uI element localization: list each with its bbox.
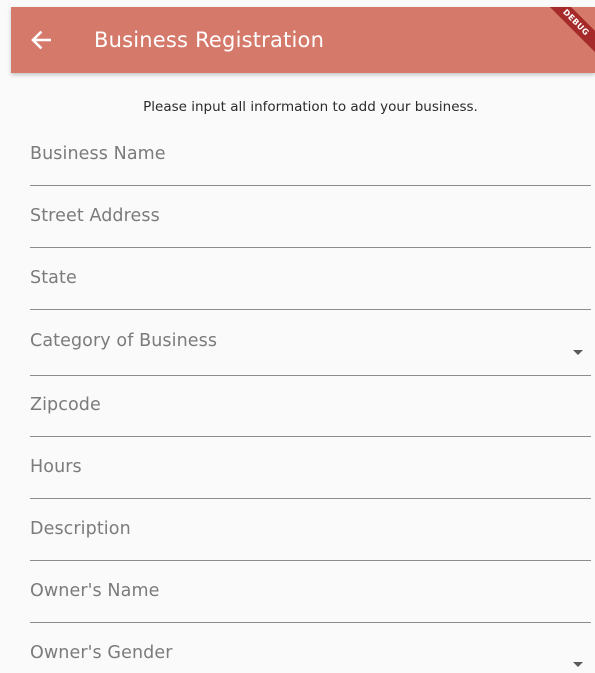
- business-name-field[interactable]: Business Name: [30, 140, 591, 188]
- owners-gender-label: Owner's Gender: [30, 643, 173, 663]
- street-address-underline: [30, 247, 591, 248]
- category-of-business-dropdown[interactable]: Category of Business: [30, 328, 591, 378]
- zipcode-field[interactable]: Zipcode: [30, 391, 591, 439]
- business-registration-screen: Business Registration DEBUG Please input…: [0, 0, 595, 673]
- zipcode-underline: [30, 436, 591, 437]
- owners-gender-dropdown[interactable]: Owner's Gender: [30, 640, 591, 673]
- hours-underline: [30, 498, 591, 499]
- street-address-label: Street Address: [30, 206, 160, 226]
- state-field[interactable]: State: [30, 264, 591, 312]
- description-underline: [30, 560, 591, 561]
- owners-name-label: Owner's Name: [30, 581, 160, 601]
- category-of-business-label: Category of Business: [30, 331, 218, 351]
- app-bar: Business Registration DEBUG: [11, 7, 595, 73]
- business-name-label: Business Name: [30, 144, 166, 164]
- hours-label: Hours: [30, 457, 82, 477]
- arrow-left-icon: [31, 31, 51, 49]
- dropdown-arrow-icon: [573, 662, 583, 667]
- description-field[interactable]: Description: [30, 515, 591, 563]
- form-instructions: Please input all information to add your…: [143, 99, 478, 115]
- state-label: State: [30, 268, 77, 288]
- business-name-underline: [30, 185, 591, 186]
- owners-name-field[interactable]: Owner's Name: [30, 577, 591, 625]
- dropdown-arrow-icon: [573, 350, 583, 355]
- zipcode-label: Zipcode: [30, 395, 101, 415]
- debug-banner: DEBUG: [536, 7, 595, 63]
- owners-name-underline: [30, 622, 591, 623]
- back-button[interactable]: [11, 7, 73, 73]
- category-of-business-underline: [30, 375, 591, 376]
- description-label: Description: [30, 519, 131, 539]
- state-underline: [30, 309, 591, 310]
- hours-field[interactable]: Hours: [30, 453, 591, 501]
- page-title: Business Registration: [94, 28, 325, 52]
- street-address-field[interactable]: Street Address: [30, 202, 591, 250]
